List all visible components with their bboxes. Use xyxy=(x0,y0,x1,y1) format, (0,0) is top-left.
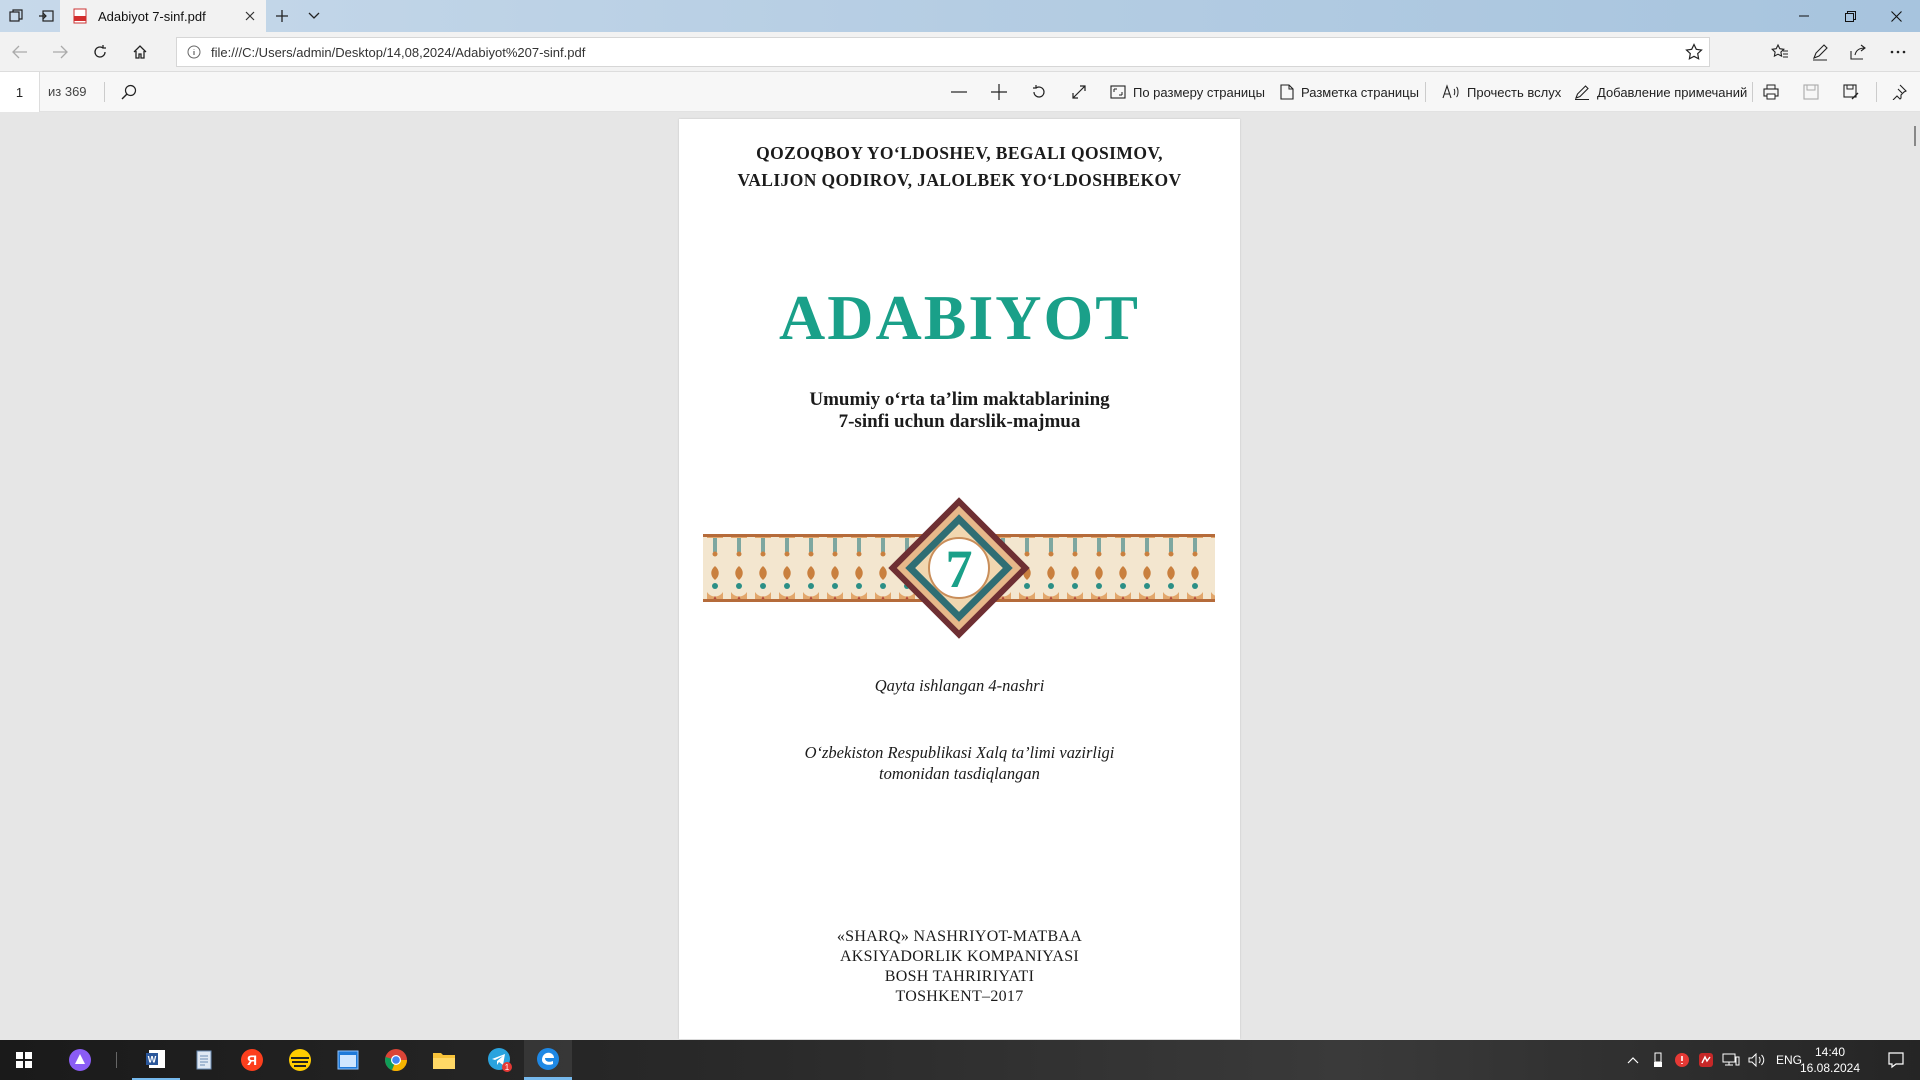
favorite-star-icon[interactable] xyxy=(1685,43,1703,61)
clock-date: 16.08.2024 xyxy=(1799,1061,1861,1075)
pdf-page: QOZOQBOY YO‘LDOSHEV, BEGALI QOSIMOV, VAL… xyxy=(679,119,1240,1039)
url-field[interactable]: file:///C:/Users/admin/Desktop/14,08,202… xyxy=(176,37,1710,67)
toolbar-divider xyxy=(1752,82,1753,102)
window-app-icon[interactable] xyxy=(324,1040,372,1080)
save-as-icon[interactable] xyxy=(1836,78,1866,106)
subtitle-line: 7-sinfi uchun darslik-majmua xyxy=(838,411,1081,432)
svg-text:Я: Я xyxy=(247,1052,257,1068)
yandex-browser-icon[interactable]: Я xyxy=(228,1040,276,1080)
notifications-icon[interactable] xyxy=(1872,1040,1920,1080)
approval-line: tomonidan tasdiqlangan xyxy=(879,764,1040,783)
new-tab-icon[interactable] xyxy=(268,4,296,28)
start-button[interactable] xyxy=(0,1040,48,1080)
back-icon[interactable] xyxy=(4,38,36,66)
read-aloud-icon xyxy=(1442,84,1459,99)
close-window-icon[interactable] xyxy=(1873,0,1919,32)
word-app-icon[interactable]: W xyxy=(132,1040,180,1080)
alice-assistant-icon[interactable] xyxy=(56,1040,104,1080)
show-hidden-icons-chevron-icon[interactable] xyxy=(1620,1056,1646,1064)
pdf-toolbar: 1 из 369 По размеру страницы Разметка ст… xyxy=(0,72,1920,112)
set-aside-tabs-icon[interactable] xyxy=(32,4,60,28)
read-aloud-label: Прочесть вслух xyxy=(1467,84,1562,100)
add-notes-pen-icon xyxy=(1575,85,1589,100)
alert-icon[interactable] xyxy=(1670,1052,1694,1068)
svg-text:W: W xyxy=(148,1055,157,1065)
tab-title: Adabiyot 7-sinf.pdf xyxy=(98,8,206,24)
volume-icon[interactable] xyxy=(1744,1053,1770,1067)
authors-line: VALIJON QODIROV, JALOLBEK YO‘LDOSHBEKOV xyxy=(737,170,1182,190)
system-tray: ENG xyxy=(1620,1040,1808,1080)
publisher-line: TOSHKENT–2017 xyxy=(895,988,1024,1005)
add-notes-label: Добавление примечаний xyxy=(1597,84,1748,100)
telegram-icon[interactable]: 1 xyxy=(476,1040,524,1080)
publisher-line: AKSIYADORLIK KOMPANIYASI xyxy=(839,948,1080,965)
search-icon[interactable] xyxy=(114,78,144,106)
book-title: ADABIYOT xyxy=(779,282,1140,353)
antivirus-icon[interactable] xyxy=(1694,1052,1718,1068)
more-options-icon[interactable] xyxy=(1882,38,1914,66)
notepad-icon[interactable] xyxy=(180,1040,228,1080)
read-aloud-button[interactable]: Прочесть вслух xyxy=(1442,72,1561,112)
zoom-in-icon[interactable] xyxy=(984,78,1014,106)
share-icon[interactable] xyxy=(1842,38,1874,66)
address-bar: file:///C:/Users/admin/Desktop/14,08,202… xyxy=(0,32,1920,72)
toolbar-divider xyxy=(104,82,105,102)
usb-device-icon[interactable] xyxy=(1646,1052,1670,1068)
info-icon[interactable] xyxy=(177,45,211,59)
add-notes-button[interactable]: Добавление примечаний xyxy=(1574,72,1747,112)
tab-adabiyot-pdf[interactable]: Adabiyot 7-sinf.pdf xyxy=(60,0,266,32)
clock-time: 14:40 xyxy=(1814,1045,1846,1059)
edition-text: Qayta ishlangan 4-nashri xyxy=(874,676,1045,695)
tab-preview-chevron-icon[interactable] xyxy=(300,4,328,28)
edge-browser-icon[interactable] xyxy=(524,1040,572,1080)
taskbar-divider xyxy=(116,1052,117,1068)
tab-strip: Adabiyot 7-sinf.pdf xyxy=(0,0,1920,32)
fit-page-label: По размеру страницы xyxy=(1133,84,1265,100)
page-count: из 369 xyxy=(48,84,87,99)
page-layout-label: Разметка страницы xyxy=(1301,84,1419,100)
page-number-input[interactable]: 1 xyxy=(0,72,40,112)
web-note-pen-icon[interactable] xyxy=(1804,38,1836,66)
approval-line: O‘zbekiston Respublikasi Xalq ta’limi va… xyxy=(804,743,1115,762)
tab-actions-icon[interactable] xyxy=(2,4,30,28)
forward-icon[interactable] xyxy=(44,38,76,66)
pdf-file-icon xyxy=(73,8,87,24)
minimize-icon[interactable] xyxy=(1781,0,1827,32)
subtitle-line: Umumiy o‘rta ta’lim maktablarining xyxy=(809,389,1110,410)
chrome-icon[interactable] xyxy=(372,1040,420,1080)
taskbar: W Я 1 ENG 14:40 16.08.2024 xyxy=(0,1040,1920,1080)
authors-line: QOZOQBOY YO‘LDOSHEV, BEGALI QOSIMOV, xyxy=(756,143,1163,163)
print-icon[interactable] xyxy=(1756,78,1786,106)
fit-page-icon xyxy=(1110,85,1126,99)
page-layout-button[interactable]: Разметка страницы xyxy=(1280,72,1419,112)
save-icon[interactable] xyxy=(1796,78,1826,106)
url-text: file:///C:/Users/admin/Desktop/14,08,202… xyxy=(211,44,586,60)
file-explorer-icon[interactable] xyxy=(420,1040,468,1080)
rotate-icon[interactable] xyxy=(1024,78,1054,106)
clock[interactable]: 14:40 16.08.2024 xyxy=(1794,1044,1866,1076)
pin-toolbar-icon[interactable] xyxy=(1884,78,1914,106)
refresh-icon[interactable] xyxy=(84,38,116,66)
beeline-app-icon[interactable] xyxy=(276,1040,324,1080)
windows-logo-icon xyxy=(16,1052,32,1068)
telegram-badge: 1 xyxy=(505,1063,510,1072)
ornamental-band-graphic: 7 xyxy=(703,497,1215,639)
publisher-line: «SHARQ» NASHRIYOT-MATBAA xyxy=(836,928,1083,945)
home-icon[interactable] xyxy=(124,38,156,66)
fit-to-page-button[interactable]: По размеру страницы xyxy=(1110,72,1265,112)
scrollbar-thumb[interactable] xyxy=(1914,126,1916,146)
grade-number: 7 xyxy=(946,539,973,599)
close-tab-icon[interactable] xyxy=(242,8,258,24)
favorites-hub-icon[interactable] xyxy=(1764,38,1796,66)
toolbar-divider xyxy=(1425,82,1426,102)
toolbar-divider xyxy=(1876,82,1877,102)
zoom-out-icon[interactable] xyxy=(944,78,974,106)
restore-icon[interactable] xyxy=(1827,0,1873,32)
network-icon[interactable] xyxy=(1718,1053,1744,1067)
fullscreen-icon[interactable] xyxy=(1064,78,1094,106)
publisher-line: BOSH TAHRIRIYATI xyxy=(884,968,1035,985)
page-layout-icon xyxy=(1280,84,1294,100)
